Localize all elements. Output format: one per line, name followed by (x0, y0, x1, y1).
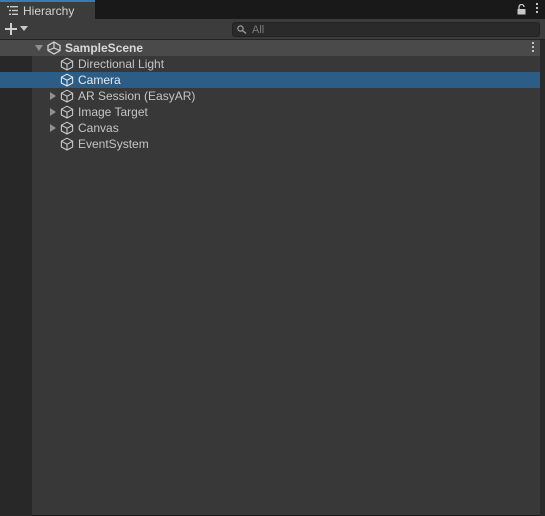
lock-icon[interactable] (517, 3, 526, 15)
hierarchy-item-eventsystem[interactable]: EventSystem (0, 136, 545, 152)
unity-scene-icon (47, 41, 61, 55)
search-field[interactable]: All (232, 22, 540, 37)
tab-title: Hierarchy (23, 3, 75, 18)
hierarchy-item-canvas[interactable]: Canvas (0, 120, 545, 136)
scene-menu-icon[interactable] (532, 42, 535, 54)
list-icon (7, 6, 18, 15)
gameobject-cube-icon (60, 57, 74, 71)
expand-arrow-icon[interactable] (35, 45, 43, 51)
hierarchy-item-label: EventSystem (78, 137, 149, 151)
hierarchy-item-label: Directional Light (78, 57, 165, 71)
scene-row[interactable]: SampleScene (0, 40, 545, 56)
search-placeholder: All (252, 23, 265, 36)
hierarchy-item-image-target[interactable]: Image Target (0, 104, 545, 120)
tab-bar: Hierarchy (0, 0, 545, 19)
gameobject-cube-icon (60, 73, 74, 87)
plus-icon (5, 23, 17, 35)
gameobject-cube-icon (60, 137, 74, 151)
expand-arrow-icon[interactable] (50, 124, 56, 132)
scene-name: SampleScene (65, 41, 144, 55)
hierarchy-tree[interactable]: SampleScene Directional Light Camera AR … (0, 40, 545, 515)
hierarchy-item-camera[interactable]: Camera (0, 72, 545, 88)
gameobject-cube-icon (60, 121, 74, 135)
tab-controls (517, 3, 539, 15)
hierarchy-item-label: Camera (78, 73, 121, 87)
hierarchy-item-label: Image Target (78, 105, 148, 119)
hierarchy-item-label: AR Session (EasyAR) (78, 89, 196, 103)
tab-hierarchy[interactable]: Hierarchy (0, 0, 95, 19)
hierarchy-toolbar: All (0, 19, 545, 40)
expand-arrow-icon[interactable] (50, 108, 56, 116)
create-button[interactable] (5, 21, 33, 37)
gameobject-cube-icon (60, 89, 74, 103)
gameobject-cube-icon (60, 105, 74, 119)
expand-arrow-icon[interactable] (50, 92, 56, 100)
kebab-menu-icon[interactable] (536, 3, 539, 15)
search-icon (237, 25, 247, 34)
hierarchy-item-label: Canvas (78, 121, 119, 135)
hierarchy-item-directional-light[interactable]: Directional Light (0, 56, 545, 72)
hierarchy-item-ar-session[interactable]: AR Session (EasyAR) (0, 88, 545, 104)
chevron-down-icon (20, 26, 28, 31)
vertical-scrollbar[interactable] (540, 40, 545, 516)
